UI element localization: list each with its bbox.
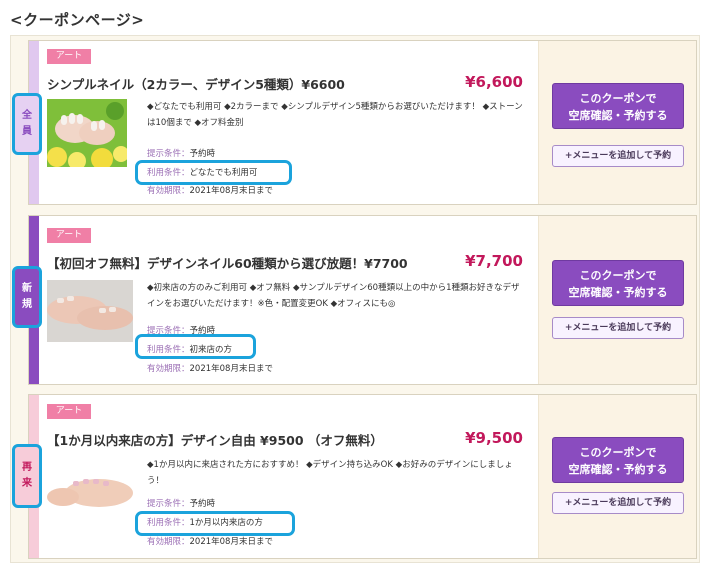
nail-flowers-photo [47, 99, 127, 167]
coupon-description: ◆どなたでも利用可 ◆2カラーまで ◆シンプルデザイン5種類からお選びいただけま… [147, 102, 523, 128]
coupon-title[interactable]: シンプルネイル（2カラー、デザイン5種類）¥6600 [47, 74, 345, 93]
condition-key: 提示条件： [147, 149, 190, 159]
condition-value: 2021年08月末日まで [189, 537, 273, 547]
condition-key: 有効期限： [147, 364, 190, 374]
label-char: 員 [22, 126, 32, 137]
category-tag: アート [47, 404, 91, 419]
button-label-line1: このクーポンで [579, 92, 657, 105]
present-condition: 提示条件：予約時 [147, 497, 215, 511]
category-tag: アート [47, 228, 91, 243]
button-label-line1: このクーポンで [579, 446, 657, 459]
label-new-customers: 新 規 [12, 266, 42, 328]
expiry-condition: 有効期限：2021年08月末日まで [147, 362, 273, 376]
condition-value: 2021年08月末日まで [189, 364, 273, 374]
expiry-condition: 有効期限：2021年08月末日まで [147, 535, 273, 549]
nail-hands-photo [47, 280, 133, 342]
reserve-with-coupon-button[interactable]: このクーポンで 空席確認・予約する [552, 83, 684, 129]
label-char: 来 [22, 478, 32, 489]
condition-key: 提示条件： [147, 499, 190, 509]
coupon-title[interactable]: 【初回オフ無料】デザインネイル60種類から選び放題！¥7700 [47, 253, 408, 272]
label-char: 再 [22, 462, 32, 473]
coupon-price: ¥7,700 [465, 252, 523, 270]
reserve-with-coupon-button[interactable]: このクーポンで 空席確認・予約する [552, 260, 684, 306]
condition-key: 有効期限： [147, 186, 190, 196]
present-condition: 提示条件：予約時 [147, 147, 215, 161]
nail-hand-pink-photo [47, 457, 133, 517]
coupon-card: アート シンプルネイル（2カラー、デザイン5種類）¥6600 ¥6,600 ◆ど… [28, 40, 697, 205]
add-menu-reserve-button[interactable]: +メニューを追加して予約 [552, 492, 684, 514]
coupon-card: アート 【1か月以内来店の方】デザイン自由 ¥9500 （オフ無料） ¥9,50… [28, 394, 697, 559]
condition-key: 有効期限： [147, 537, 190, 547]
coupon-description: ◆1か月以内に来店された方におすすめ！ ◆デザイン持ち込みOK ◆お好みのデザイ… [147, 460, 513, 486]
condition-value: 予約時 [189, 499, 216, 509]
reserve-panel: このクーポンで 空席確認・予約する +メニューを追加して予約 [538, 216, 696, 384]
use-condition-highlight [135, 511, 295, 536]
label-char: 新 [22, 283, 32, 294]
add-menu-reserve-button[interactable]: +メニューを追加して予約 [552, 317, 684, 339]
reserve-panel: このクーポンで 空席確認・予約する +メニューを追加して予約 [538, 41, 696, 204]
use-condition-highlight [135, 160, 292, 185]
coupon-price: ¥9,500 [465, 429, 523, 447]
label-char: 全 [22, 110, 32, 121]
label-all-customers: 全 員 [12, 93, 42, 155]
add-menu-reserve-button[interactable]: +メニューを追加して予約 [552, 145, 684, 167]
button-label-line2: 空席確認・予約する [568, 286, 668, 299]
use-condition-highlight [135, 334, 256, 359]
coupon-card: アート 【初回オフ無料】デザインネイル60種類から選び放題！¥7700 ¥7,7… [28, 215, 697, 385]
reserve-with-coupon-button[interactable]: このクーポンで 空席確認・予約する [552, 437, 684, 483]
coupon-price: ¥6,600 [465, 73, 523, 91]
page-title: <クーポンページ> [10, 11, 145, 29]
label-char: 規 [22, 299, 32, 310]
button-label-line2: 空席確認・予約する [568, 463, 668, 476]
expiry-condition: 有効期限：2021年08月末日まで [147, 184, 273, 198]
button-label-line1: このクーポンで [579, 269, 657, 282]
condition-value: 2021年08月末日まで [189, 186, 273, 196]
reserve-panel: このクーポンで 空席確認・予約する +メニューを追加して予約 [538, 395, 696, 558]
coupon-description: ◆初来店の方のみご利用可 ◆オフ無料 ◆サンプルデザイン60種類以上の中から1種… [147, 283, 520, 309]
coupon-title[interactable]: 【1か月以内来店の方】デザイン自由 ¥9500 （オフ無料） [47, 430, 383, 449]
condition-value: 予約時 [189, 149, 216, 159]
button-label-line2: 空席確認・予約する [568, 109, 668, 122]
label-repeat-customers: 再 来 [12, 444, 42, 508]
category-tag: アート [47, 49, 91, 64]
